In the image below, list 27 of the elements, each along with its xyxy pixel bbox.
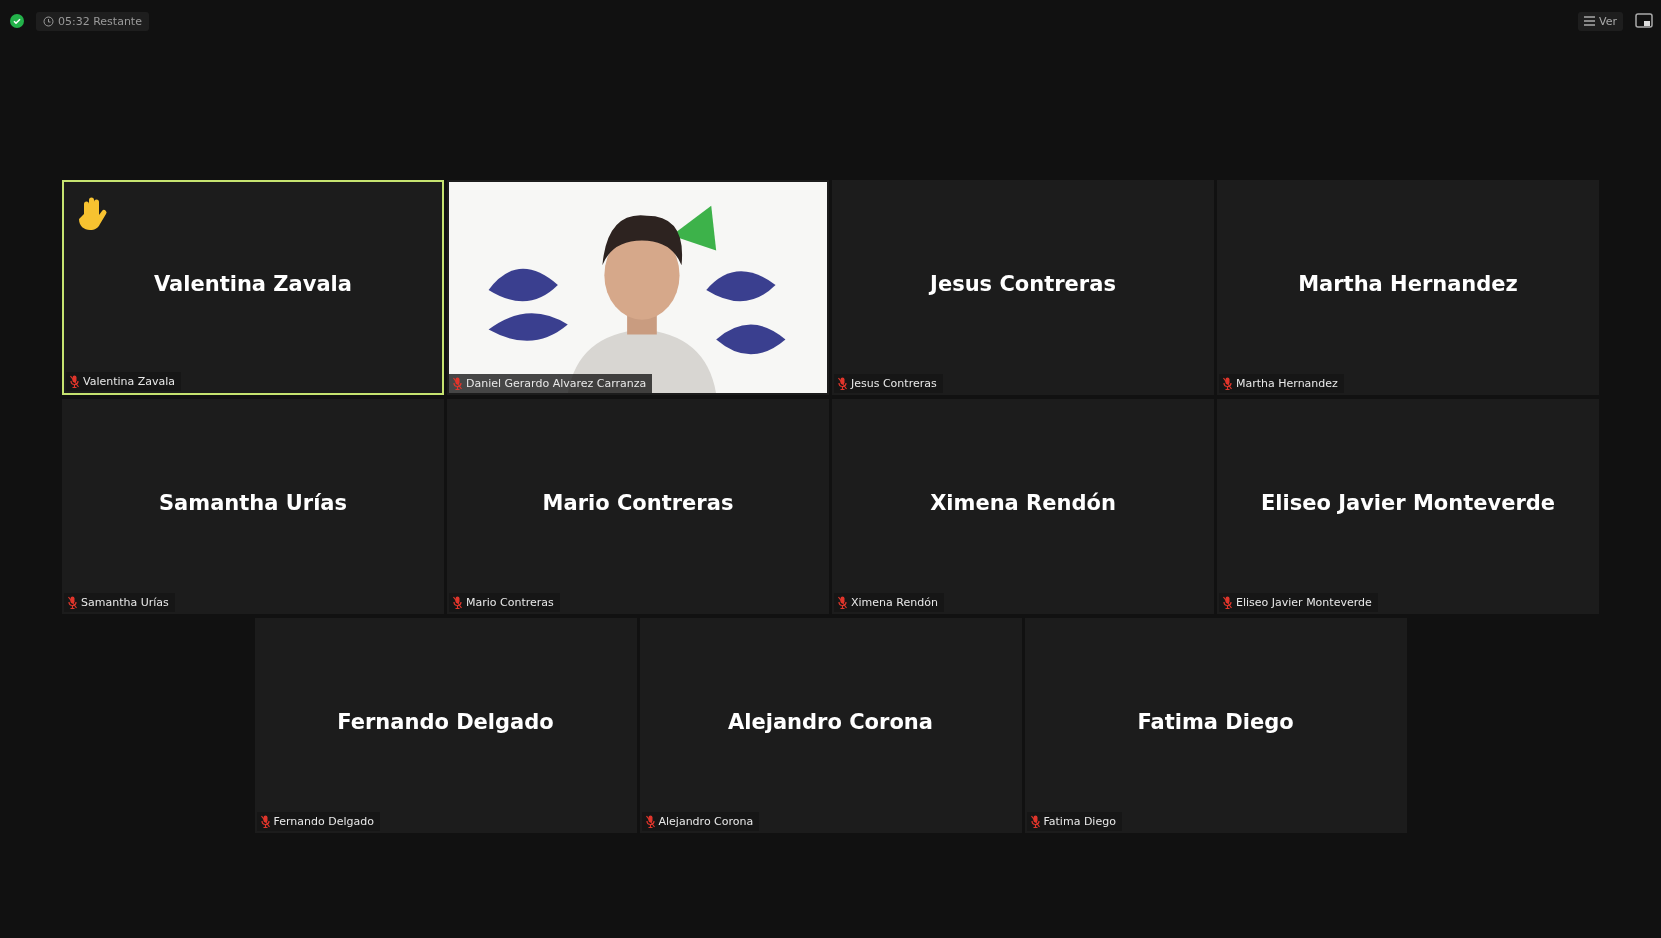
name-label: Valentina Zavala xyxy=(66,372,182,391)
name-label: Alejandro Corona xyxy=(641,812,760,831)
name-label: Daniel Gerardo Alvarez Carranza xyxy=(449,374,653,393)
fullscreen-icon[interactable] xyxy=(1635,12,1653,30)
name-label: Fernando Delgado xyxy=(256,812,380,831)
name-label: Martha Hernandez xyxy=(1219,374,1344,393)
name-label: Ximena Rendón xyxy=(834,593,944,612)
name-label: Eliseo Javier Monteverde xyxy=(1219,593,1378,612)
timer-text: 05:32 Restante xyxy=(58,14,142,28)
name-label: Fatima Diego xyxy=(1026,812,1122,831)
name-label: Mario Contreras xyxy=(449,593,560,612)
participant-name: Valentina Zavala xyxy=(154,271,352,296)
name-label: Jesus Contreras xyxy=(834,374,943,393)
participant-name: Jesus Contreras xyxy=(930,271,1116,296)
name-label: Samantha Urías xyxy=(64,593,175,612)
participant-name: Alejandro Corona xyxy=(728,709,933,734)
participant-name: Fernando Delgado xyxy=(337,709,554,734)
participant-name: Martha Hernandez xyxy=(1298,271,1518,296)
participant-name: Mario Contreras xyxy=(542,490,734,515)
participant-name: Fatima Diego xyxy=(1137,709,1294,734)
participant-name: Samantha Urías xyxy=(158,490,347,515)
participant-name: Eliseo Javier Monteverde xyxy=(1260,490,1556,515)
participant-name: Ximena Rendón xyxy=(930,490,1116,515)
list-icon xyxy=(1584,16,1596,26)
view-button[interactable]: Ver xyxy=(1578,11,1623,31)
shield-check-icon[interactable] xyxy=(10,14,24,28)
clock-icon xyxy=(43,15,54,27)
